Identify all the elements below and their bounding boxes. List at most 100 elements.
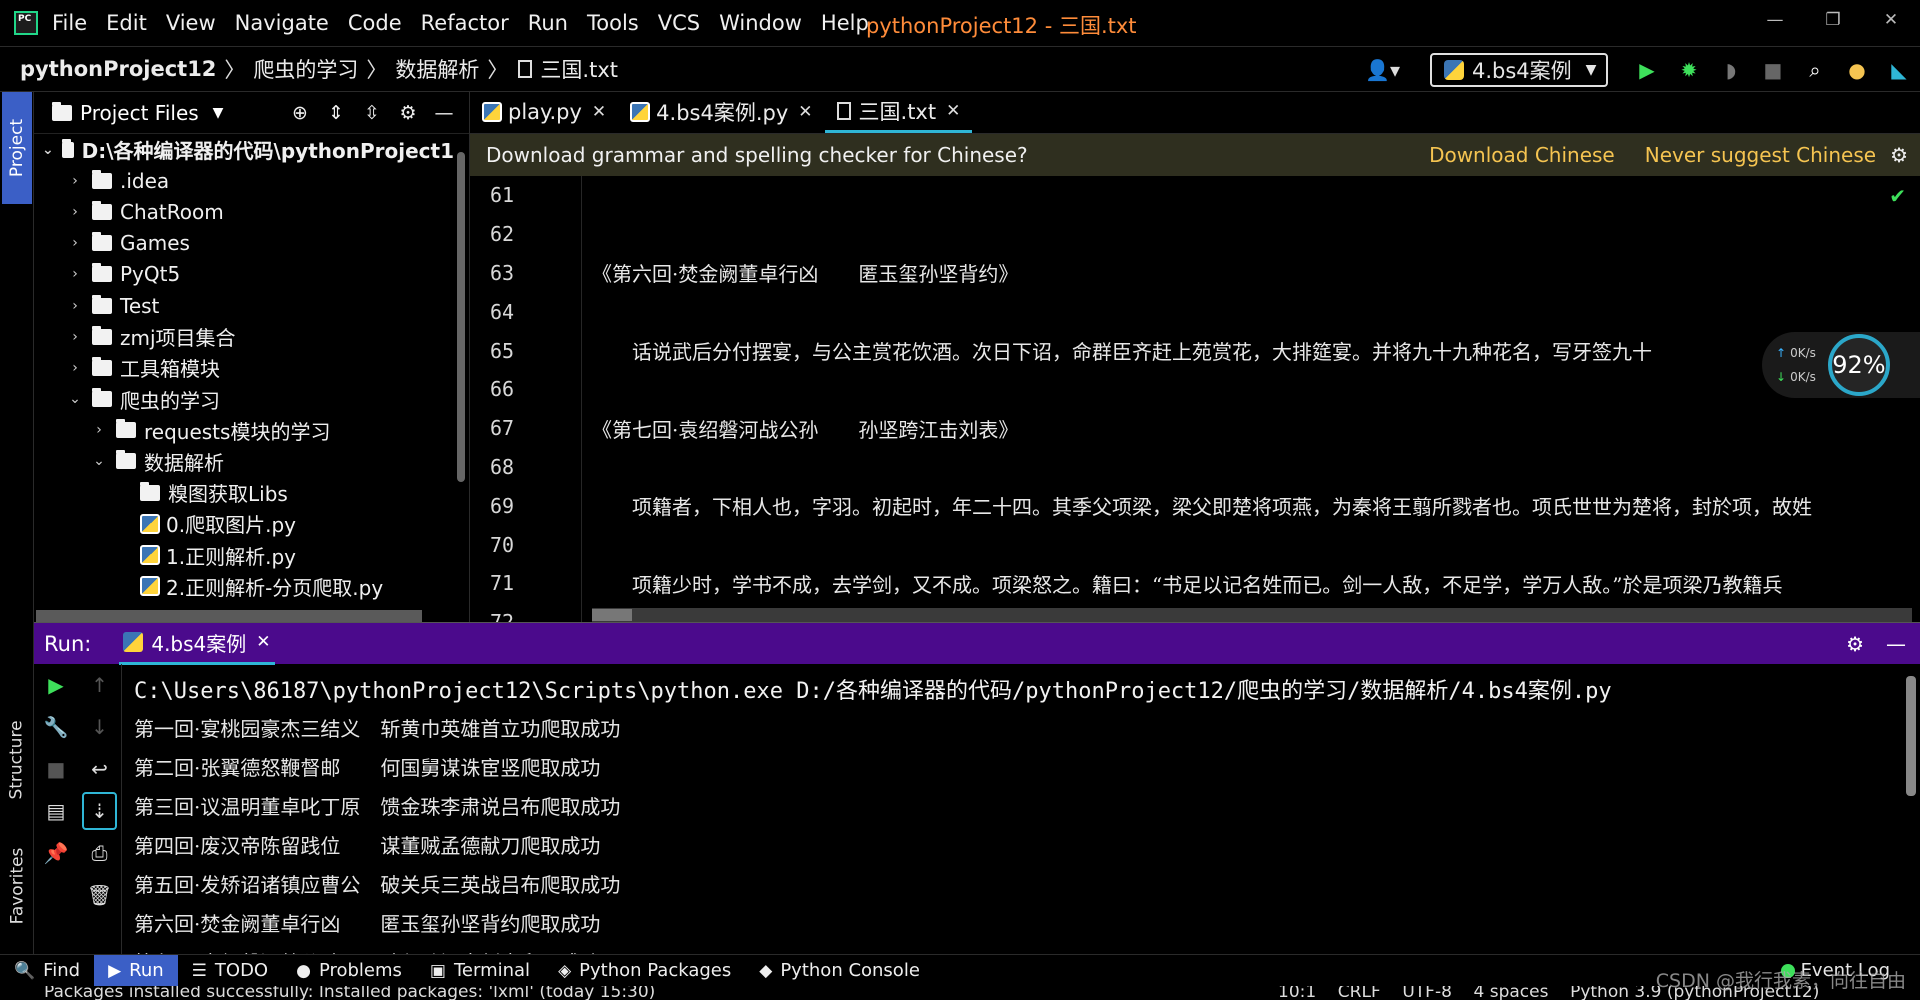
chevron-right-icon[interactable]: › xyxy=(66,204,84,220)
chevron-right-icon[interactable]: › xyxy=(66,173,84,189)
close-icon[interactable]: ✕ xyxy=(256,632,270,652)
toolbox-icon[interactable]: ◣ xyxy=(1888,58,1910,82)
tree-item[interactable]: › Games xyxy=(34,228,454,259)
menu-vcs[interactable]: VCS xyxy=(658,11,700,35)
layout-icon[interactable]: ▤ xyxy=(34,790,78,832)
tab-sanguo-txt[interactable]: 三国.txt ✕ xyxy=(824,91,973,133)
breadcrumb-folder-spider[interactable]: 爬虫的学习 xyxy=(253,54,358,84)
console-vertical-scrollbar[interactable] xyxy=(1906,676,1916,796)
tree-vertical-scrollbar[interactable] xyxy=(457,152,465,482)
never-suggest-link[interactable]: Never suggest Chinese xyxy=(1645,143,1876,167)
close-icon[interactable]: ✕ xyxy=(1862,0,1920,40)
run-config-select[interactable]: 4.bs4案例 ▼ xyxy=(1430,53,1608,87)
menu-run[interactable]: Run xyxy=(528,11,568,35)
close-icon[interactable]: ✕ xyxy=(946,101,960,121)
tree-item[interactable]: › ChatRoom xyxy=(34,196,454,227)
status-message[interactable]: Packages installed successfully: Install… xyxy=(44,986,655,1000)
arrow-down-icon[interactable]: ↓ xyxy=(78,706,121,748)
arrow-up-icon[interactable]: ↑ xyxy=(78,664,121,706)
code-line[interactable] xyxy=(592,370,1912,409)
tree-item[interactable]: ⌄ D:\各种编译器的代码\pythonProject1 xyxy=(34,134,454,165)
project-tool-tab[interactable]: Project xyxy=(2,92,32,204)
code-line[interactable]: 《第六回·焚金阙董卓行凶 匿玉玺孙坚背约》 xyxy=(592,254,1912,293)
code-line[interactable] xyxy=(592,176,1912,215)
tool-window-python-console[interactable]: ◆ Python Console xyxy=(745,955,934,987)
code-line[interactable] xyxy=(592,448,1912,487)
code-line[interactable]: 《第七回·袁绍磐河战公孙 孙坚跨江击刘表》 xyxy=(592,409,1912,448)
tree-item[interactable]: ⌄ 爬虫的学习 xyxy=(34,384,454,415)
stop-icon[interactable]: ■ xyxy=(34,748,78,790)
close-icon[interactable]: ✕ xyxy=(592,102,606,122)
pin-icon[interactable]: 📌 xyxy=(34,832,78,874)
wrench-icon[interactable]: 🔧 xyxy=(34,706,78,748)
scroll-to-end-icon[interactable]: ⇣ xyxy=(82,792,117,830)
tree-item[interactable]: › .idea xyxy=(34,165,454,196)
chevron-down-icon[interactable]: ⌄ xyxy=(90,453,108,469)
trash-icon[interactable]: 🗑 xyxy=(78,874,121,916)
code-line[interactable] xyxy=(592,215,1912,254)
update-icon[interactable]: ● xyxy=(1846,58,1868,82)
minimize-icon[interactable]: — xyxy=(1746,0,1804,40)
menu-file[interactable]: File xyxy=(52,11,87,35)
debug-icon[interactable]: ✹ xyxy=(1678,58,1700,82)
network-speed-widget[interactable]: ↑ 0K/s ↓ 0K/s 92% xyxy=(1762,332,1920,398)
menu-refactor[interactable]: Refactor xyxy=(421,11,509,35)
chevron-down-icon[interactable]: ⌄ xyxy=(66,391,84,407)
tab-play-py[interactable]: play.py ✕ xyxy=(470,91,618,133)
tool-window-todo[interactable]: ☰ TODO xyxy=(178,955,282,987)
expand-all-icon[interactable]: ⇕ xyxy=(321,102,351,124)
menu-help[interactable]: Help xyxy=(821,11,869,35)
gear-icon[interactable]: ⚙ xyxy=(1846,632,1864,656)
editor-horizontal-scrollbar[interactable] xyxy=(592,608,1912,622)
code-line[interactable] xyxy=(592,525,1912,564)
code-line[interactable]: 项籍少时，学书不成，去学剑，又不成。项梁怒之。籍曰：“书足以记名姓而已。剑一人敌… xyxy=(592,564,1912,603)
hide-icon[interactable]: — xyxy=(429,102,459,124)
tab-bs4-case-py[interactable]: 4.bs4案例.py ✕ xyxy=(618,91,824,133)
tool-window-find[interactable]: 🔍 Find xyxy=(0,955,94,987)
tree-item[interactable]: 糗图获取Libs xyxy=(34,477,454,508)
gear-icon[interactable]: ⚙ xyxy=(1890,143,1908,167)
tree-item[interactable]: 2.正则解析-分页爬取.py xyxy=(34,571,454,602)
structure-tool-tab[interactable]: Structure xyxy=(2,700,32,820)
breadcrumb-folder-parse[interactable]: 数据解析 xyxy=(395,54,479,84)
rerun-icon[interactable]: ▶ xyxy=(34,664,78,706)
restore-icon[interactable]: ❐ xyxy=(1804,0,1862,40)
run-console[interactable]: C:\Users\86187\pythonProject12\Scripts\p… xyxy=(134,664,1904,954)
soft-wrap-icon[interactable]: ↩ xyxy=(78,748,121,790)
chevron-right-icon[interactable]: › xyxy=(66,235,84,251)
print-icon[interactable]: ⎙ xyxy=(78,832,121,874)
chevron-right-icon[interactable]: › xyxy=(66,329,84,345)
favorites-tool-tab[interactable]: Favorites xyxy=(2,826,32,946)
close-icon[interactable]: ✕ xyxy=(798,102,812,122)
user-icon[interactable]: 👤▾ xyxy=(1365,58,1400,82)
gear-icon[interactable]: ⚙ xyxy=(393,102,423,124)
code-content[interactable]: 《第六回·焚金阙董卓行凶 匿玉玺孙坚背约》 话说武后分付摆宴，与公主赏花饮酒。次… xyxy=(592,176,1912,622)
menu-navigate[interactable]: Navigate xyxy=(235,11,329,35)
tree-item[interactable]: ⌄ 数据解析 xyxy=(34,446,454,477)
tree-item[interactable]: › requests模块的学习 xyxy=(34,415,454,446)
project-view-select[interactable]: Project Files xyxy=(80,101,199,125)
search-icon[interactable]: ⌕ xyxy=(1804,58,1826,82)
tree-horizontal-scrollbar[interactable] xyxy=(36,610,422,622)
code-line[interactable]: 项籍者，下相人也，字羽。初起时，年二十四。其季父项梁，梁父即楚将项燕，为秦将王翦… xyxy=(592,486,1912,525)
tool-window-problems[interactable]: ● Problems xyxy=(282,955,416,987)
menu-tools[interactable]: Tools xyxy=(587,11,639,35)
run-tab-bs4-case[interactable]: 4.bs4案例 ✕ xyxy=(119,623,275,665)
locate-icon[interactable]: ⊕ xyxy=(285,102,315,124)
chevron-down-icon[interactable]: ⌄ xyxy=(42,142,54,158)
download-chinese-link[interactable]: Download Chinese xyxy=(1429,143,1615,167)
run-icon[interactable]: ▶ xyxy=(1636,58,1658,82)
inspection-ok-icon[interactable]: ✔ xyxy=(1889,184,1906,208)
tree-item[interactable]: › PyQt5 xyxy=(34,259,454,290)
tool-window-terminal[interactable]: ▣ Terminal xyxy=(416,955,544,987)
tool-window-python-packages[interactable]: ◈ Python Packages xyxy=(544,955,745,987)
breadcrumb-project[interactable]: pythonProject12 xyxy=(20,57,216,81)
menu-window[interactable]: Window xyxy=(719,11,802,35)
tree-item[interactable]: 0.爬取图片.py xyxy=(34,508,454,539)
scrollbar-thumb[interactable] xyxy=(592,609,632,621)
collapse-all-icon[interactable]: ⇳ xyxy=(357,102,387,124)
menu-view[interactable]: View xyxy=(166,11,216,35)
tool-window-run[interactable]: ▶ Run xyxy=(94,954,178,987)
tree-item[interactable]: 1.正则解析.py xyxy=(34,539,454,570)
chevron-right-icon[interactable]: › xyxy=(90,422,108,438)
